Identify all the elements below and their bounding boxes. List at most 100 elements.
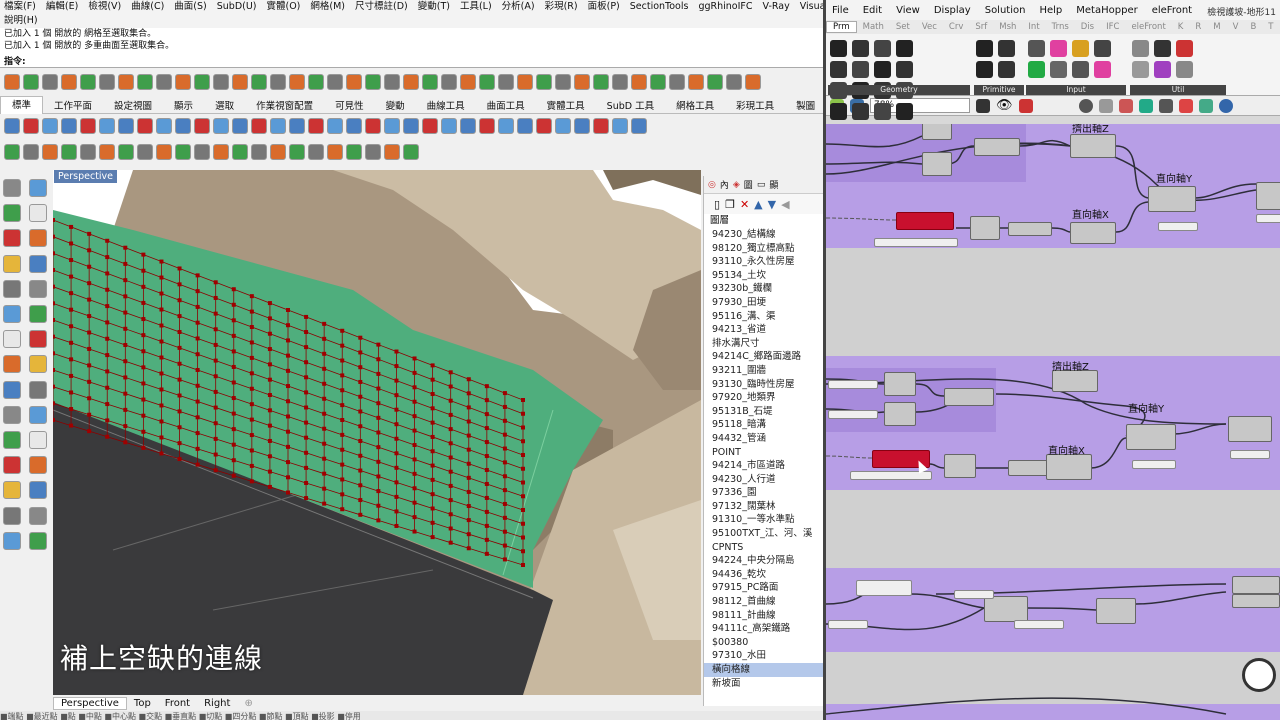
toolbar-tool-icon[interactable] <box>688 74 704 90</box>
left-tool-icon[interactable] <box>29 405 47 424</box>
toolbar-tool-icon[interactable] <box>270 118 286 134</box>
toolbar-tool-icon[interactable] <box>365 74 381 90</box>
gh-red-param-block[interactable] <box>896 212 954 230</box>
toolbar-tool-icon[interactable] <box>4 118 20 134</box>
left-tool-icon[interactable] <box>29 506 47 525</box>
layer-item[interactable]: 91310_一等水準點 <box>704 513 823 527</box>
layer-item[interactable]: 97132_闊葉林 <box>704 500 823 514</box>
gh-component-icon[interactable] <box>1094 40 1111 57</box>
gh-component[interactable] <box>1232 594 1280 608</box>
gh-menu-item[interactable]: File <box>832 5 849 16</box>
gh-component[interactable] <box>974 138 1020 156</box>
layer-item[interactable]: 97310_水田 <box>704 649 823 663</box>
toolbar-tool-icon[interactable] <box>308 144 324 160</box>
preview-shaded-icon[interactable] <box>1098 98 1113 113</box>
viewport-tab-right[interactable]: Right <box>197 698 237 709</box>
gh-tab[interactable]: Msh <box>993 22 1022 32</box>
gh-component[interactable] <box>884 402 916 426</box>
gh-component-icon[interactable] <box>852 61 869 78</box>
gh-component[interactable] <box>1126 424 1176 450</box>
toolbar-tool-icon[interactable] <box>707 74 723 90</box>
layer-item[interactable]: 94432_管涵 <box>704 432 823 446</box>
toolbar-tool-icon[interactable] <box>631 74 647 90</box>
gh-tab[interactable]: Int <box>1022 22 1045 32</box>
toolbar-tool-icon[interactable] <box>498 118 514 134</box>
gh-tab[interactable]: T <box>1262 22 1279 32</box>
toolbar-tab[interactable]: 曲線工具 <box>416 98 476 112</box>
move-up-icon[interactable]: ▲ <box>754 198 762 211</box>
command-prompt[interactable]: 指令: <box>0 54 823 68</box>
gh-tab[interactable]: M <box>1207 22 1226 32</box>
gh-component[interactable] <box>1008 460 1048 476</box>
gh-component-icon[interactable] <box>1132 61 1149 78</box>
toolbar-tool-icon[interactable] <box>441 74 457 90</box>
layer-item[interactable]: 94230_結構線 <box>704 228 823 242</box>
toolbar-tool-icon[interactable] <box>422 74 438 90</box>
toolbar-tool-icon[interactable] <box>346 74 362 90</box>
viewport-tab-top[interactable]: Top <box>127 698 158 709</box>
gh-param[interactable] <box>1158 222 1198 231</box>
layer-item[interactable]: 98112_首曲線 <box>704 595 823 609</box>
toolbar-tab[interactable]: 曲面工具 <box>476 98 536 112</box>
menu-item[interactable]: 實體(O) <box>267 1 301 12</box>
menu-item[interactable]: 面板(P) <box>588 1 620 12</box>
gh-component[interactable] <box>984 596 1028 622</box>
properties-tab-icon[interactable]: ◎ <box>708 180 716 190</box>
cluster-icon[interactable] <box>1198 98 1213 113</box>
gh-component[interactable] <box>1008 222 1052 236</box>
gh-tab[interactable]: V <box>1227 22 1245 32</box>
gh-component[interactable] <box>922 124 952 140</box>
layer-item[interactable]: 95131B_石堤 <box>704 405 823 419</box>
gh-tab[interactable]: B <box>1244 22 1262 32</box>
left-tool-icon[interactable] <box>3 405 21 424</box>
gh-tab[interactable]: R <box>1189 22 1207 32</box>
gh-tab[interactable]: Vec <box>916 22 943 32</box>
gh-component-icon[interactable] <box>1028 61 1045 78</box>
toolbar-tool-icon[interactable] <box>327 144 343 160</box>
toolbar-tool-icon[interactable] <box>99 144 115 160</box>
add-viewport-tab-icon[interactable]: ⊕ <box>237 698 259 709</box>
gh-tab[interactable]: eleFront <box>1125 22 1171 32</box>
toolbar-tool-icon[interactable] <box>194 118 210 134</box>
toolbar-tool-icon[interactable] <box>213 74 229 90</box>
toolbar-tool-icon[interactable] <box>175 118 191 134</box>
menu-item[interactable]: 曲面(S) <box>174 1 206 12</box>
viewport-tab-perspective[interactable]: Perspective <box>53 696 127 710</box>
gh-component-icon[interactable] <box>1176 61 1193 78</box>
menu-item[interactable]: VisualARQ <box>800 1 823 12</box>
toolbar-tab[interactable]: 作業視窗配置 <box>245 98 324 112</box>
toolbar-tab[interactable]: 變動 <box>375 98 416 112</box>
toolbar-tool-icon[interactable] <box>327 118 343 134</box>
toolbar-tool-icon[interactable] <box>42 118 58 134</box>
toolbar-tool-icon[interactable] <box>175 74 191 90</box>
lock-icon[interactable] <box>1158 98 1173 113</box>
gh-component-icon[interactable] <box>896 103 913 120</box>
gh-param[interactable] <box>828 410 878 419</box>
gh-param[interactable] <box>954 590 994 599</box>
toolbar-tool-icon[interactable] <box>384 144 400 160</box>
gh-menu-item[interactable]: Edit <box>863 5 882 16</box>
toolbar-tool-icon[interactable] <box>232 144 248 160</box>
layer-item[interactable]: 93230b_鐵欄 <box>704 282 823 296</box>
left-tool-icon[interactable] <box>3 304 21 323</box>
toolbar-tool-icon[interactable] <box>650 74 666 90</box>
menu-item[interactable]: SubD(U) <box>217 1 257 12</box>
gh-tab[interactable]: Math <box>857 22 890 32</box>
toolbar-tool-icon[interactable] <box>232 74 248 90</box>
preview-selected-icon[interactable] <box>1118 98 1133 113</box>
gh-component-icon[interactable] <box>1028 40 1045 57</box>
toolbar-tool-icon[interactable] <box>460 74 476 90</box>
toolbar-tool-icon[interactable] <box>612 118 628 134</box>
toolbar-tool-icon[interactable] <box>137 144 153 160</box>
toolbar-tool-icon[interactable] <box>80 144 96 160</box>
new-layer-icon[interactable]: ▯ <box>714 198 720 211</box>
toolbar-tool-icon[interactable] <box>156 74 172 90</box>
layer-item[interactable]: 98120_獨立標高點 <box>704 242 823 256</box>
toolbar-tool-icon[interactable] <box>479 74 495 90</box>
gh-menu-item[interactable]: View <box>896 5 920 16</box>
gh-component-icon[interactable] <box>1154 40 1171 57</box>
gh-component-icon[interactable] <box>976 61 993 78</box>
toolbar-tool-icon[interactable] <box>251 74 267 90</box>
toolbar-tool-icon[interactable] <box>156 144 172 160</box>
toolbar-tool-icon[interactable] <box>194 74 210 90</box>
